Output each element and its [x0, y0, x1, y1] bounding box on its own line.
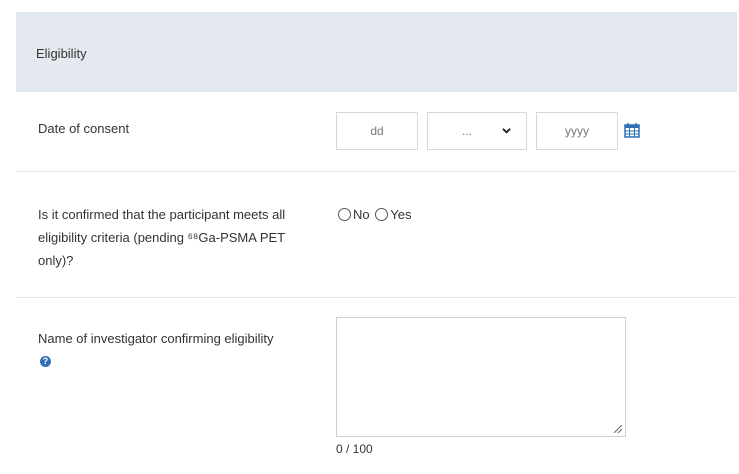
consent-month-value: ...: [462, 124, 473, 138]
resize-grip-icon[interactable]: [614, 425, 622, 433]
consent-year-input[interactable]: yyyy: [536, 112, 618, 150]
investigator-label: Name of investigator confirming eligibil…: [38, 331, 274, 346]
radio-option-yes[interactable]: Yes: [375, 207, 411, 222]
help-icon[interactable]: ?: [40, 356, 51, 367]
character-counter: 0 / 100: [336, 442, 373, 456]
radio-no-circle[interactable]: [338, 208, 351, 221]
eligibility-form: Eligibility Date of consent dd ... yyyy …: [0, 0, 739, 474]
eligibility-radio-group: No Yes: [338, 207, 413, 222]
chevron-down-icon: [502, 128, 511, 134]
consent-month-select[interactable]: ...: [427, 112, 527, 150]
eligibility-criteria-row: Is it confirmed that the participant mee…: [16, 172, 737, 298]
criteria-label-line2: eligibility criteria (pending ⁶⁸Ga-PSMA …: [38, 230, 286, 245]
radio-yes-circle[interactable]: [375, 208, 389, 221]
consent-day-input[interactable]: dd: [336, 112, 418, 150]
investigator-row: Name of investigator confirming eligibil…: [16, 298, 737, 474]
criteria-label-line1: Is it confirmed that the participant mee…: [38, 207, 286, 222]
calendar-icon[interactable]: [624, 122, 640, 138]
date-of-consent-row: Date of consent dd ... yyyy: [16, 92, 737, 172]
criteria-label-line3: only)?: [38, 253, 74, 268]
section-title: Eligibility: [36, 46, 87, 61]
investigator-name-textarea[interactable]: [336, 317, 626, 437]
section-header: Eligibility: [16, 12, 737, 92]
date-of-consent-label: Date of consent: [38, 121, 130, 136]
radio-yes-label: Yes: [390, 207, 412, 222]
radio-option-no[interactable]: No: [338, 207, 370, 222]
radio-no-label: No: [353, 207, 370, 222]
